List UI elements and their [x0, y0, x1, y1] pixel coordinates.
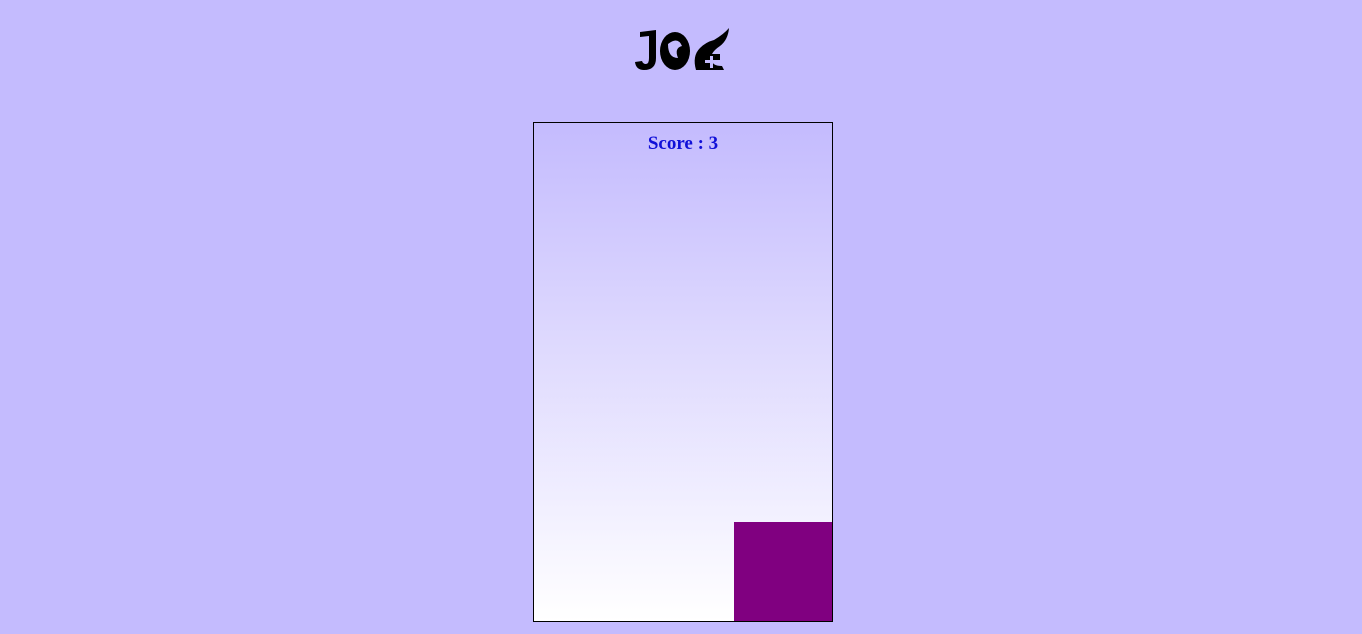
score-value: 3 [708, 133, 719, 154]
score-display: Score : 3 [534, 133, 832, 155]
joe-logo-icon [634, 26, 732, 72]
score-label: Score : [647, 133, 709, 154]
game-board[interactable]: Score : 3 [533, 122, 833, 622]
game-block [733, 522, 832, 621]
